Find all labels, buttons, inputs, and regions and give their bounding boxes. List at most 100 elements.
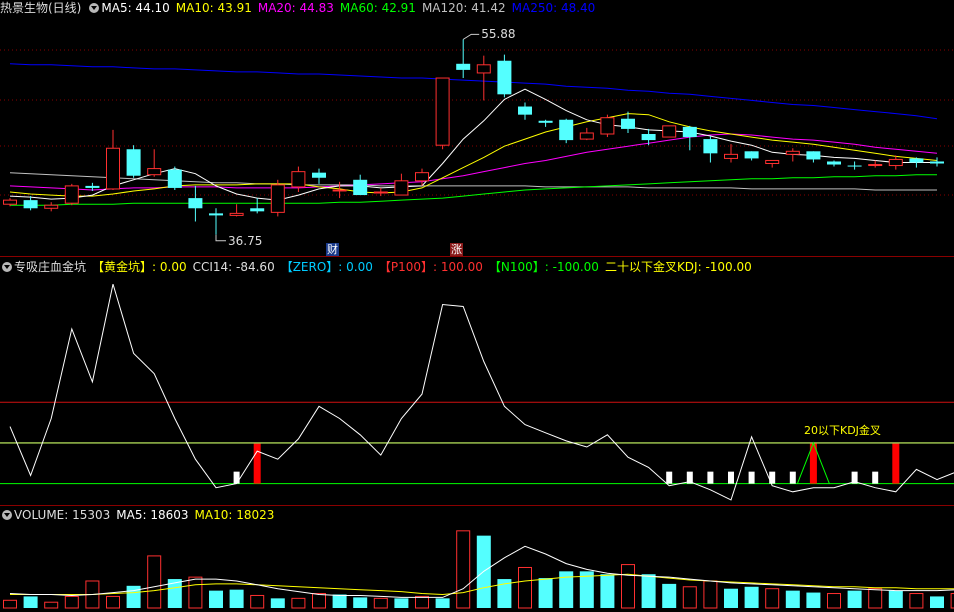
indicator-label-1: CCI14: -84.60 (192, 260, 275, 274)
panel-divider (0, 256, 954, 257)
volume-bar (23, 596, 38, 608)
candle (415, 168, 429, 186)
candle (332, 181, 347, 199)
signal-bar-white (707, 471, 714, 484)
candle (806, 151, 821, 163)
candle (497, 54, 512, 98)
signal-bar-white (789, 471, 796, 484)
candle-body (415, 172, 429, 182)
volume-bar (126, 585, 141, 608)
candle (888, 155, 903, 170)
signal-bar-white (872, 471, 879, 484)
volume-bar (373, 597, 388, 609)
candle-body (23, 200, 38, 209)
signal-bar-white (748, 471, 755, 484)
candle-body (476, 64, 491, 74)
candle (765, 159, 780, 168)
ma5-line (9, 88, 937, 201)
volume-bar (909, 593, 924, 609)
candle (579, 127, 594, 141)
candle-body (930, 161, 944, 164)
candle-body (744, 151, 759, 159)
candle-body (579, 132, 594, 140)
dropdown-circle-icon[interactable] (2, 262, 12, 272)
candle-body (373, 191, 388, 194)
volume-bar (291, 597, 306, 609)
candle (456, 39, 471, 79)
signal-bar-red (892, 443, 900, 484)
candle-body (909, 158, 924, 163)
price-chart[interactable] (0, 0, 954, 250)
indicator-label-5: 二十以下金叉KDJ: -100.00 (604, 260, 752, 274)
candle (270, 179, 285, 217)
indicator-chart[interactable] (0, 276, 954, 506)
candle-body (250, 208, 265, 212)
candle (167, 166, 182, 190)
event-marker-limit-up[interactable]: 涨 (450, 243, 463, 256)
signal-bar-white (666, 471, 673, 484)
candle-body (806, 151, 821, 160)
candle-body (765, 159, 780, 165)
candle (538, 119, 553, 127)
candle (847, 161, 862, 170)
candle-body (621, 118, 635, 129)
high-price-label: 55.88 (481, 27, 516, 42)
indicator-label-0: 【黄金坑】: 0.00 (92, 260, 187, 274)
candle-body (641, 134, 656, 141)
candle-body (456, 63, 471, 70)
candle-body (888, 158, 903, 167)
candle-body (394, 180, 409, 196)
volume-bar (868, 588, 883, 609)
candle (64, 183, 79, 206)
candle-body (518, 106, 532, 115)
volume-bar (435, 598, 450, 608)
kdj-cross-annotation: 20以下KDJ金叉 (804, 424, 881, 437)
candle-body (147, 168, 162, 176)
candle (662, 125, 677, 138)
volume-bar (703, 580, 718, 609)
indicator-label-2: 【ZERO】: 0.00 (280, 260, 373, 274)
indicator-info-bar: 专吸庄血金坑 【黄金坑】: 0.00 CCI14: -84.60 【ZERO】: 0.… (0, 259, 764, 276)
volume-bar (538, 578, 553, 608)
candle (600, 114, 615, 138)
candle-body (106, 147, 120, 190)
volume-chart[interactable] (0, 522, 954, 612)
candle (476, 55, 491, 101)
ma250-line (9, 63, 938, 120)
volume-bar (641, 574, 656, 608)
candle (44, 202, 59, 212)
dropdown-circle-icon[interactable] (2, 510, 12, 520)
event-marker-finance[interactable]: 财 (326, 243, 339, 256)
candle (868, 160, 883, 168)
candle (106, 129, 120, 190)
volume-bar (44, 601, 59, 609)
panel-divider (0, 505, 954, 506)
signal-bar-white (728, 471, 734, 484)
candle (930, 157, 944, 167)
candle (147, 149, 162, 177)
volume-bar (600, 574, 615, 608)
candle (229, 204, 244, 217)
candle-body (868, 164, 883, 167)
candle (188, 185, 203, 222)
volume-bar (888, 590, 903, 608)
volume-bar (621, 564, 635, 609)
candle-body (847, 165, 862, 167)
candle-body (497, 60, 512, 95)
volume-bar (353, 597, 368, 608)
volume-bar (682, 586, 697, 609)
volume-ma5: MA5: 18603 (116, 508, 189, 522)
candle-body (85, 185, 100, 188)
candle (209, 208, 223, 235)
candle-body (291, 171, 306, 188)
volume-bar (188, 576, 203, 609)
low-price-label: 36.75 (228, 233, 263, 248)
candle (353, 174, 368, 196)
volume-bar (827, 593, 841, 609)
volume-bar (394, 598, 409, 608)
candle (312, 168, 326, 184)
candle (703, 136, 718, 163)
volume-bar (662, 583, 677, 608)
volume-bar (785, 590, 800, 608)
candle-body (332, 189, 347, 192)
